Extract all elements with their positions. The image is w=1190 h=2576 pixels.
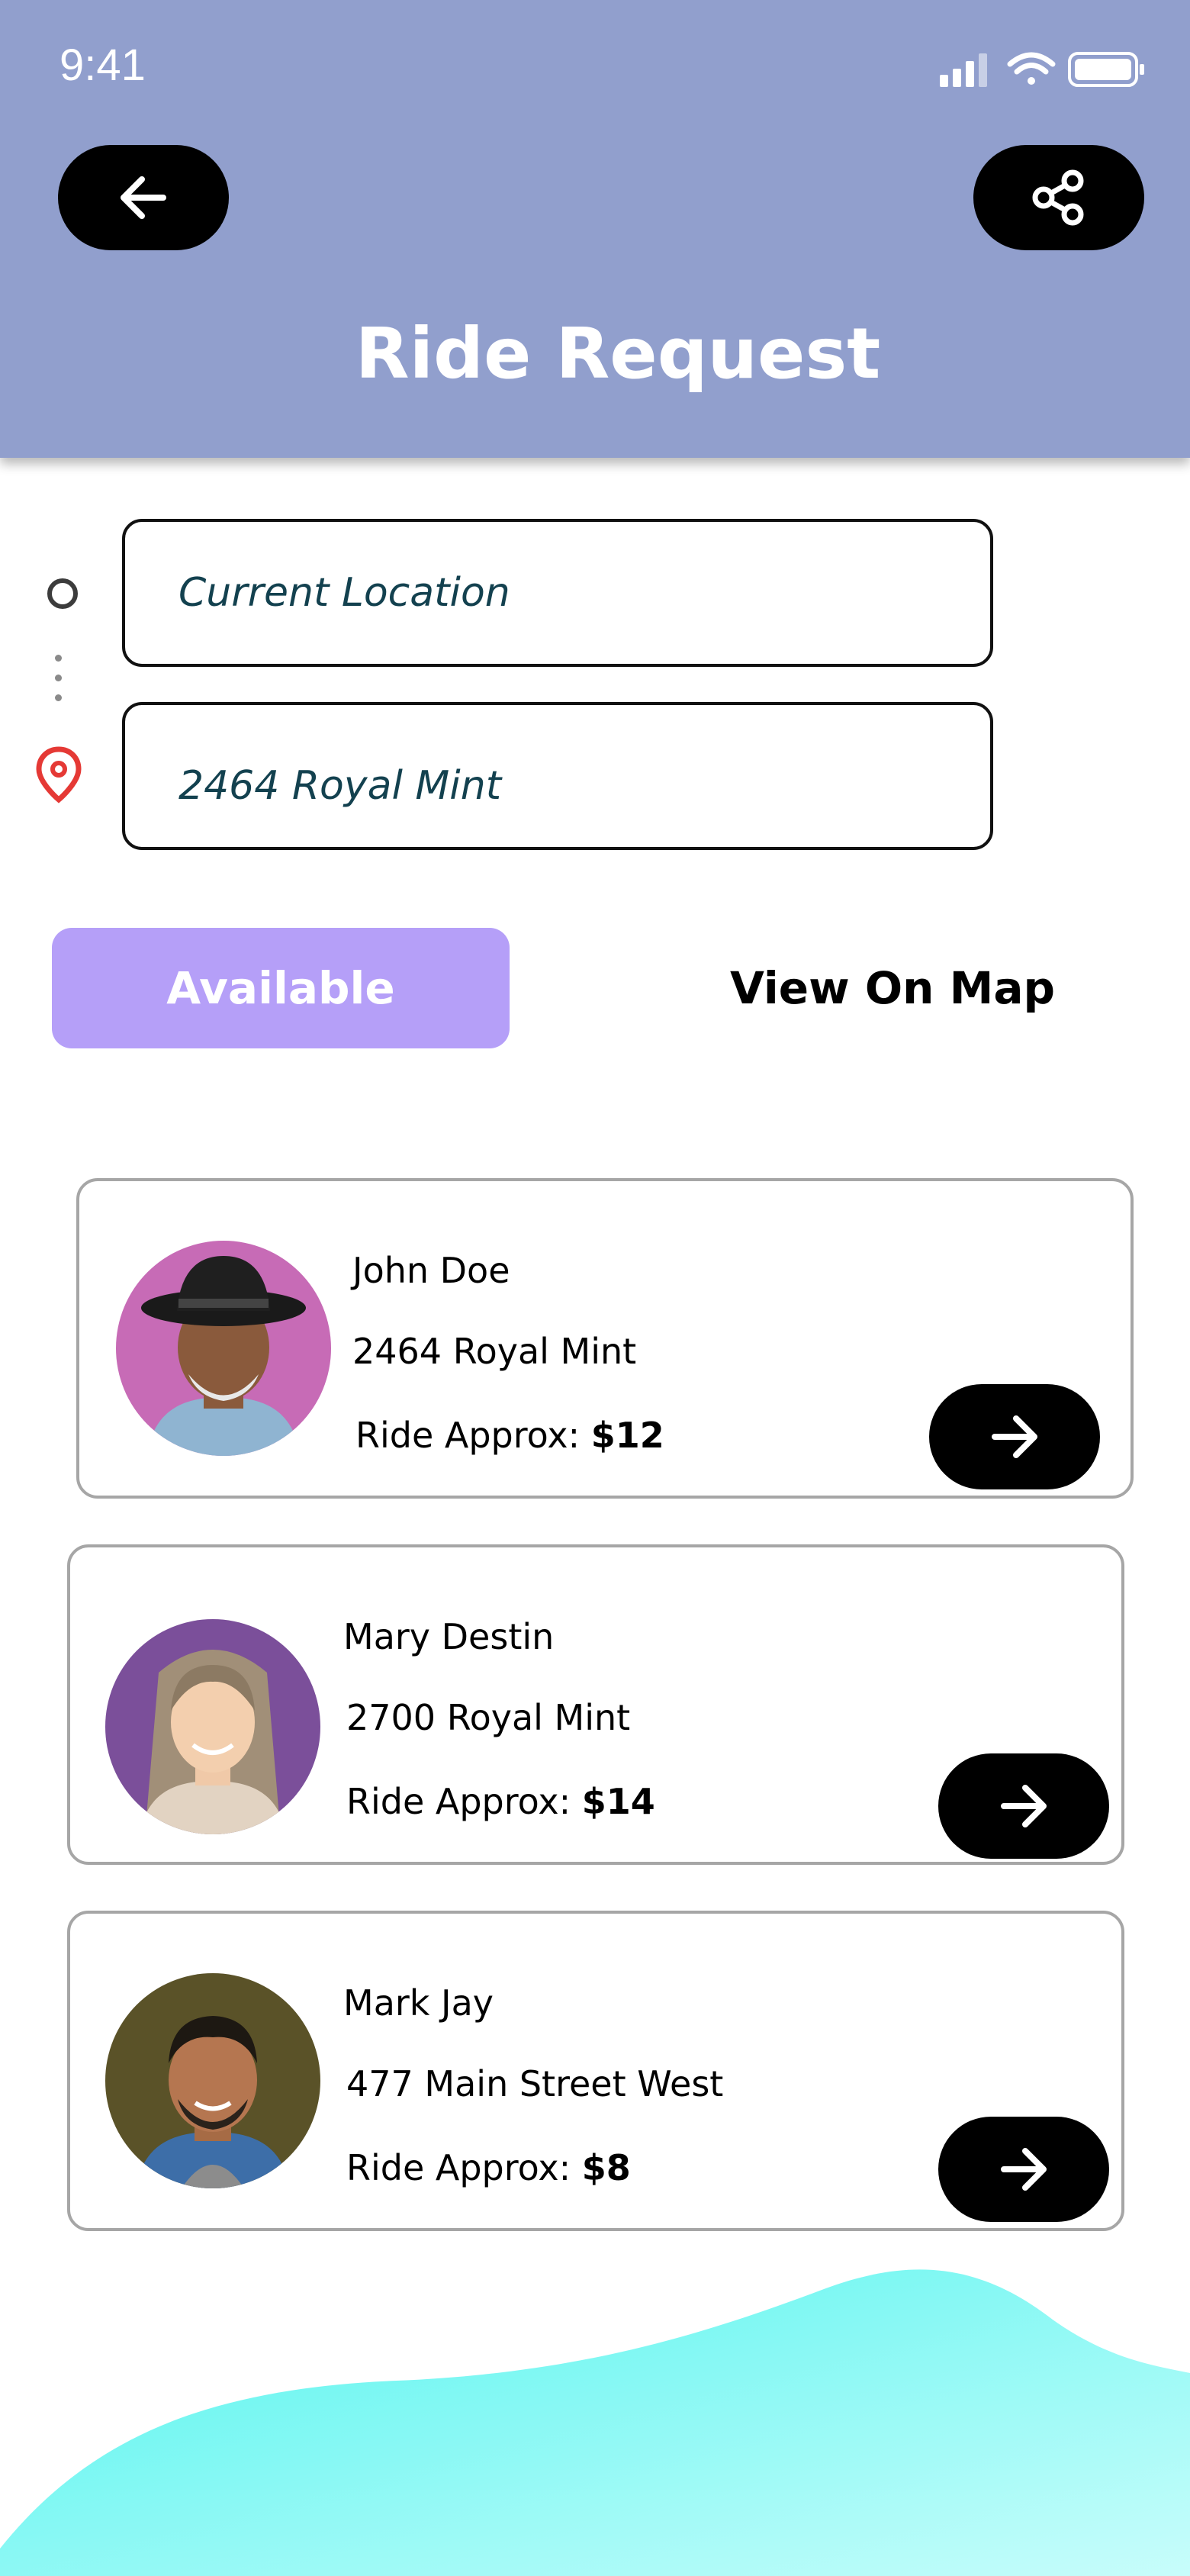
select-ride-button[interactable] bbox=[929, 1384, 1100, 1489]
tab-view-on-map[interactable]: View On Map bbox=[671, 928, 1114, 1048]
driver-name: John Doe bbox=[352, 1250, 510, 1291]
price-value: $8 bbox=[581, 2147, 631, 2188]
destination-input[interactable]: 2464 Royal Mint bbox=[122, 702, 993, 850]
ride-card[interactable]: Mary Destin 2700 Royal Mint Ride Approx:… bbox=[67, 1544, 1124, 1865]
status-icons bbox=[940, 47, 1146, 93]
page-title: Ride Request bbox=[355, 313, 881, 394]
driver-address: 2700 Royal Mint bbox=[346, 1697, 631, 1738]
ride-card[interactable]: Mark Jay 477 Main Street West Ride Appro… bbox=[67, 1911, 1124, 2231]
arrow-right-icon bbox=[992, 1415, 1037, 1458]
arrow-right-icon bbox=[1001, 2148, 1047, 2191]
driver-name: Mark Jay bbox=[343, 1982, 494, 2024]
select-ride-button[interactable] bbox=[938, 2117, 1109, 2222]
avatar bbox=[105, 1973, 320, 2188]
share-icon bbox=[1032, 169, 1084, 226]
share-button[interactable] bbox=[973, 145, 1144, 250]
ride-card[interactable]: John Doe 2464 Royal Mint Ride Approx: $1… bbox=[76, 1178, 1134, 1499]
origin-circle-icon bbox=[47, 578, 78, 609]
back-button[interactable] bbox=[58, 145, 229, 250]
app-header: 9:41 Ride Request bbox=[0, 0, 1190, 458]
arrow-right-icon bbox=[1001, 1785, 1047, 1827]
price-label: Ride Approx: bbox=[346, 2147, 571, 2188]
wifi-icon bbox=[1007, 52, 1056, 85]
driver-address: 477 Main Street West bbox=[346, 2063, 724, 2104]
avatar bbox=[116, 1241, 331, 1456]
driver-address: 2464 Royal Mint bbox=[352, 1331, 637, 1372]
driver-name: Mary Destin bbox=[343, 1616, 555, 1657]
price-value: $14 bbox=[581, 1781, 655, 1822]
battery-icon bbox=[1068, 52, 1144, 87]
price-label: Ride Approx: bbox=[346, 1781, 571, 1822]
select-ride-button[interactable] bbox=[938, 1753, 1109, 1859]
arrow-left-icon bbox=[121, 176, 166, 219]
price-label: Ride Approx: bbox=[355, 1415, 581, 1456]
decorative-wave bbox=[0, 2269, 1190, 2576]
avatar bbox=[105, 1619, 320, 1834]
pickup-input[interactable]: Current Location bbox=[122, 519, 993, 667]
location-pin-icon bbox=[35, 746, 82, 807]
signal-icon bbox=[940, 53, 987, 87]
tab-available[interactable]: Available bbox=[52, 928, 510, 1048]
ride-price: Ride Approx: $14 bbox=[346, 1781, 655, 1822]
status-time: 9:41 bbox=[60, 40, 146, 90]
ride-price: Ride Approx: $8 bbox=[346, 2147, 631, 2188]
route-dots-icon bbox=[55, 655, 64, 714]
price-value: $12 bbox=[590, 1415, 664, 1456]
ride-price: Ride Approx: $12 bbox=[355, 1415, 664, 1456]
